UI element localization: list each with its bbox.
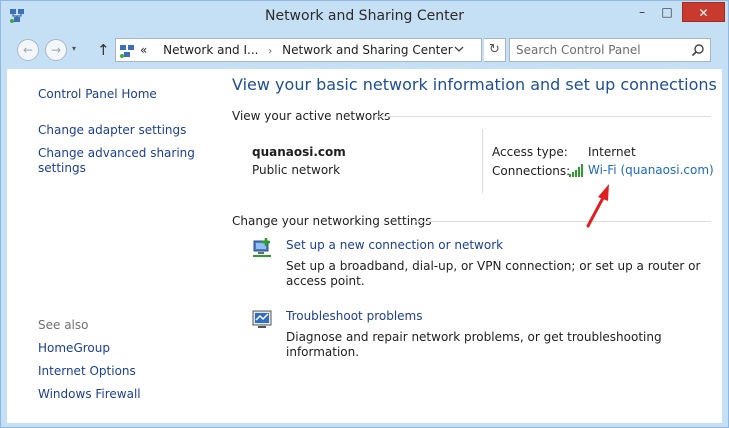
see-also-internet-options[interactable]: Internet Options <box>38 364 203 379</box>
new-connection-icon[interactable] <box>251 237 273 259</box>
window-title: Network and Sharing Center <box>264 8 464 24</box>
title-bar[interactable]: Network and Sharing Center – □ ✕ <box>1 1 728 33</box>
see-also-homegroup[interactable]: HomeGroup <box>38 341 203 356</box>
setup-connection-description: Set up a broadband, dial-up, or VPN conn… <box>286 259 701 288</box>
search-box[interactable] <box>509 38 711 62</box>
breadcrumb-separator-icon[interactable]: › <box>268 46 272 57</box>
control-panel-icon <box>120 45 134 58</box>
troubleshoot-icon[interactable] <box>251 308 273 330</box>
up-button[interactable]: ↑ <box>97 41 110 59</box>
address-bar[interactable]: « Network and I... › Network and Sharing… <box>115 38 482 62</box>
sidebar: Control Panel Home Change adapter settin… <box>7 69 217 423</box>
troubleshoot-description: Diagnose and repair network problems, or… <box>286 330 662 359</box>
sidebar-item-control-panel-home[interactable]: Control Panel Home <box>38 87 203 102</box>
close-button[interactable]: ✕ <box>682 2 725 22</box>
wifi-signal-icon <box>569 164 583 177</box>
breadcrumb: « Network and I... › Network and Sharing… <box>140 43 453 57</box>
network-name: quanaosi.com <box>252 145 346 159</box>
forward-button[interactable]: → <box>45 39 67 61</box>
connections-label: Connections: <box>492 164 571 178</box>
wifi-connection-link[interactable]: Wi-Fi (quanaosi.com) <box>588 163 714 177</box>
network-category[interactable]: Public network <box>252 163 340 177</box>
minimize-button[interactable]: – <box>628 2 656 22</box>
back-button[interactable]: ← <box>17 39 39 61</box>
address-dropdown-icon[interactable] <box>454 44 464 57</box>
page-title: View your basic network information and … <box>232 75 717 94</box>
setup-connection-link[interactable]: Set up a new connection or network <box>286 238 503 252</box>
refresh-button[interactable]: ↻ <box>484 38 506 62</box>
breadcrumb-item-network-and-internet[interactable]: Network and I... <box>163 43 258 57</box>
search-input[interactable] <box>516 42 686 58</box>
main-panel: View your basic network information and … <box>232 69 717 423</box>
see-also-heading: See also <box>38 318 89 332</box>
sidebar-item-change-adapter-settings[interactable]: Change adapter settings <box>38 123 203 138</box>
troubleshoot-link[interactable]: Troubleshoot problems <box>286 309 422 323</box>
section-divider <box>415 221 711 222</box>
section-divider <box>374 116 711 117</box>
recent-locations-chevron-icon[interactable]: ▾ <box>72 44 76 53</box>
sidebar-item-change-advanced-sharing-settings[interactable]: Change advanced sharing settings <box>38 146 203 176</box>
breadcrumb-item-network-and-sharing-center[interactable]: Network and Sharing Center <box>282 43 453 57</box>
active-networks-label: View your active networks <box>232 109 391 123</box>
content-area: Control Panel Home Change adapter settin… <box>7 69 722 423</box>
network-divider <box>482 129 483 193</box>
access-type-label: Access type: <box>492 145 568 159</box>
search-icon[interactable] <box>691 43 705 57</box>
maximize-button[interactable]: □ <box>654 2 680 22</box>
window-frame: Network and Sharing Center – □ ✕ ← → ▾ ↑… <box>0 0 729 428</box>
access-type-value: Internet <box>588 145 636 159</box>
navigation-bar: ← → ▾ ↑ « Network and I... › Network and… <box>7 35 722 67</box>
address-overflow-icon[interactable]: « <box>140 43 147 57</box>
change-settings-label: Change your networking settings <box>232 214 432 228</box>
see-also-windows-firewall[interactable]: Windows Firewall <box>38 387 203 402</box>
